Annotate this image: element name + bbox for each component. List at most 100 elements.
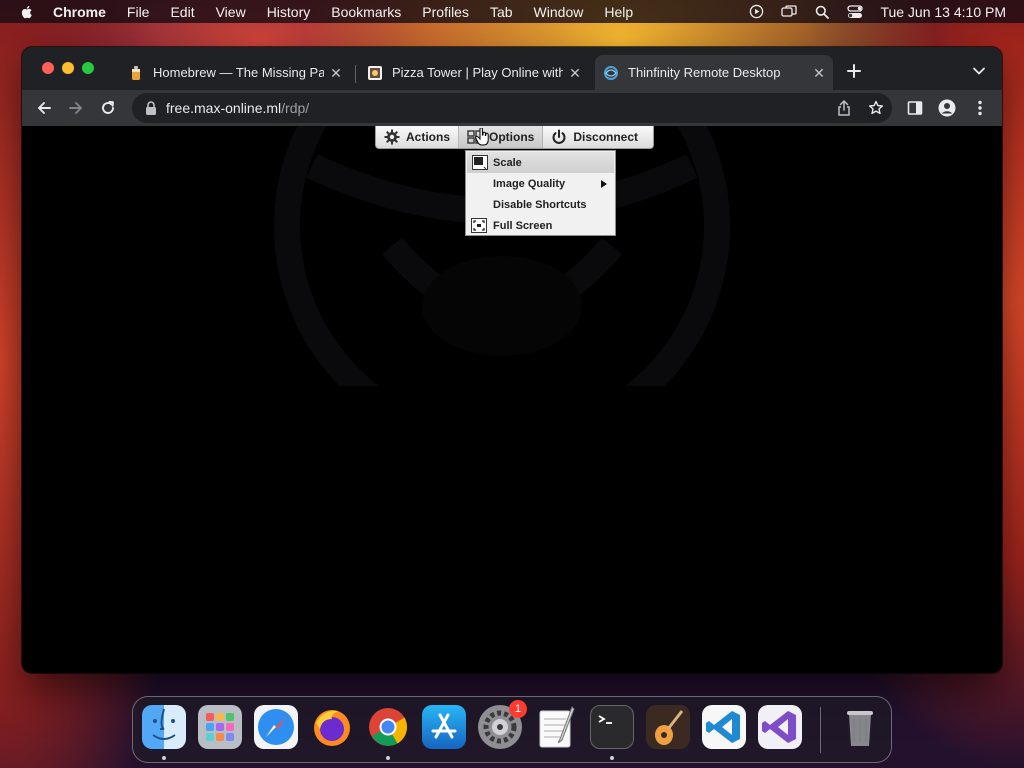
power-icon bbox=[551, 129, 567, 145]
menu-file[interactable]: File bbox=[127, 4, 150, 20]
tab-title: Thinfinity Remote Desktop bbox=[628, 65, 781, 80]
notification-badge: 1 bbox=[509, 700, 527, 718]
menu-bookmarks[interactable]: Bookmarks bbox=[331, 4, 401, 20]
tab-close-icon[interactable]: ✕ bbox=[567, 65, 583, 81]
url-path: /rdp/ bbox=[281, 100, 310, 116]
menu-item-label: Full Screen bbox=[493, 219, 553, 232]
dock-chrome[interactable] bbox=[366, 705, 410, 749]
dock-app-store[interactable] bbox=[422, 705, 466, 749]
trash-icon bbox=[847, 711, 873, 746]
macos-menu-bar: Chrome File Edit View History Bookmarks … bbox=[0, 0, 1024, 23]
actions-button[interactable]: Actions bbox=[376, 126, 458, 148]
share-icon[interactable] bbox=[836, 100, 852, 116]
vscode-icon bbox=[706, 711, 740, 743]
menu-history[interactable]: History bbox=[267, 4, 311, 20]
launchpad-icon bbox=[206, 713, 234, 741]
new-tab-icon[interactable] bbox=[844, 61, 864, 81]
url-text[interactable]: free.max-online.ml/rdp/ bbox=[166, 100, 309, 116]
tab-thinfinity[interactable]: Thinfinity Remote Desktop ✕ bbox=[595, 55, 833, 90]
options-button[interactable]: Options bbox=[458, 126, 544, 148]
chrome-icon bbox=[369, 708, 408, 746]
menu-item-full-screen[interactable]: Full Screen bbox=[466, 215, 615, 236]
back-arrow-icon[interactable] bbox=[34, 98, 54, 118]
profile-avatar-icon[interactable] bbox=[938, 99, 956, 117]
finder-icon bbox=[152, 708, 176, 740]
terminal-icon bbox=[598, 715, 612, 724]
pizza-tower-favicon bbox=[367, 65, 383, 81]
menu-item-label: Image Quality bbox=[493, 177, 566, 190]
full-screen-icon bbox=[471, 218, 487, 233]
menu-item-image-quality[interactable]: Image Quality bbox=[466, 173, 615, 194]
forward-arrow-icon[interactable] bbox=[66, 98, 86, 118]
actions-label: Actions bbox=[406, 130, 451, 144]
macos-dock: 1 bbox=[132, 696, 892, 763]
menu-tab[interactable]: Tab bbox=[490, 4, 513, 20]
submenu-arrow-icon bbox=[601, 180, 607, 188]
screen-mirroring-icon[interactable] bbox=[781, 4, 798, 20]
apple-logo-icon[interactable] bbox=[19, 4, 35, 20]
menu-profiles[interactable]: Profiles bbox=[422, 4, 469, 20]
dock-safari[interactable] bbox=[254, 705, 298, 749]
guitar-icon bbox=[655, 710, 684, 745]
dock-launchpad[interactable] bbox=[198, 705, 242, 749]
running-indicator bbox=[610, 756, 614, 760]
scale-icon bbox=[472, 155, 488, 170]
menubar-clock[interactable]: Tue Jun 13 4:10 PM bbox=[880, 4, 1006, 20]
homebrew-favicon bbox=[128, 65, 144, 81]
spotlight-search-icon[interactable] bbox=[814, 4, 830, 20]
dock-system-settings[interactable]: 1 bbox=[478, 700, 527, 749]
textedit-icon bbox=[539, 706, 575, 748]
dock-garageband[interactable] bbox=[646, 705, 690, 749]
dock-textedit[interactable] bbox=[534, 705, 578, 749]
menu-item-disable-shortcuts[interactable]: Disable Shortcuts bbox=[466, 194, 615, 215]
options-label: Options bbox=[489, 130, 535, 144]
running-indicator bbox=[386, 756, 390, 760]
menu-help[interactable]: Help bbox=[604, 4, 633, 20]
disconnect-button[interactable]: Disconnect bbox=[543, 126, 646, 148]
play-circle-icon[interactable] bbox=[748, 4, 764, 20]
lock-icon[interactable] bbox=[145, 101, 157, 115]
thinfinity-favicon bbox=[603, 65, 619, 81]
hand-pointer-cursor-icon bbox=[475, 128, 489, 146]
menu-view[interactable]: View bbox=[216, 4, 246, 20]
dock-terminal[interactable] bbox=[590, 705, 634, 749]
tab-divider bbox=[355, 65, 356, 83]
remote-toolbar: Actions Options Disconnect bbox=[375, 126, 654, 149]
address-bar[interactable]: free.max-online.ml/rdp/ bbox=[132, 93, 892, 123]
safari-compass-icon bbox=[258, 709, 294, 745]
dock-vscode[interactable] bbox=[702, 705, 746, 749]
firefox-icon bbox=[314, 710, 350, 746]
menu-item-label: Scale bbox=[493, 156, 522, 169]
menu-item-scale[interactable]: Scale bbox=[467, 152, 614, 173]
tab-strip: Homebrew — The Missing Package Manager f… bbox=[22, 47, 1002, 90]
remote-desktop-canvas[interactable]: Actions Options Disconnect Scale Image Q… bbox=[22, 126, 1002, 673]
running-indicator bbox=[162, 756, 166, 760]
menu-item-label: Disable Shortcuts bbox=[493, 198, 587, 211]
menu-edit[interactable]: Edit bbox=[170, 4, 194, 20]
tab-homebrew[interactable]: Homebrew — The Missing Package Manager f… bbox=[120, 55, 350, 90]
tab-pizza-tower[interactable]: Pizza Tower | Play Online without downlo… bbox=[359, 55, 589, 90]
menu-app-name[interactable]: Chrome bbox=[53, 4, 106, 20]
dock-firefox[interactable] bbox=[310, 705, 354, 749]
gear-icon bbox=[384, 129, 400, 145]
reload-icon[interactable] bbox=[98, 98, 118, 118]
disconnect-label: Disconnect bbox=[573, 130, 639, 144]
tab-close-icon[interactable]: ✕ bbox=[328, 65, 344, 81]
url-host: free.max-online.ml bbox=[166, 100, 282, 116]
dock-visual-studio[interactable] bbox=[758, 705, 802, 749]
bookmark-star-icon[interactable] bbox=[868, 100, 884, 116]
control-center-icon[interactable] bbox=[847, 4, 864, 20]
minimize-window-button[interactable] bbox=[62, 62, 74, 74]
app-store-icon bbox=[431, 713, 457, 739]
dock-trash[interactable] bbox=[838, 705, 882, 749]
chrome-window: Homebrew — The Missing Package Manager f… bbox=[22, 47, 1002, 673]
chevron-down-icon[interactable] bbox=[972, 64, 986, 78]
close-window-button[interactable] bbox=[42, 62, 54, 74]
kebab-menu-icon[interactable] bbox=[971, 99, 989, 117]
tab-close-icon[interactable]: ✕ bbox=[811, 65, 827, 81]
dock-separator bbox=[820, 707, 821, 753]
side-panel-icon[interactable] bbox=[906, 99, 924, 117]
fullscreen-window-button[interactable] bbox=[82, 62, 94, 74]
menu-window[interactable]: Window bbox=[534, 4, 584, 20]
dock-finder[interactable] bbox=[142, 705, 186, 749]
